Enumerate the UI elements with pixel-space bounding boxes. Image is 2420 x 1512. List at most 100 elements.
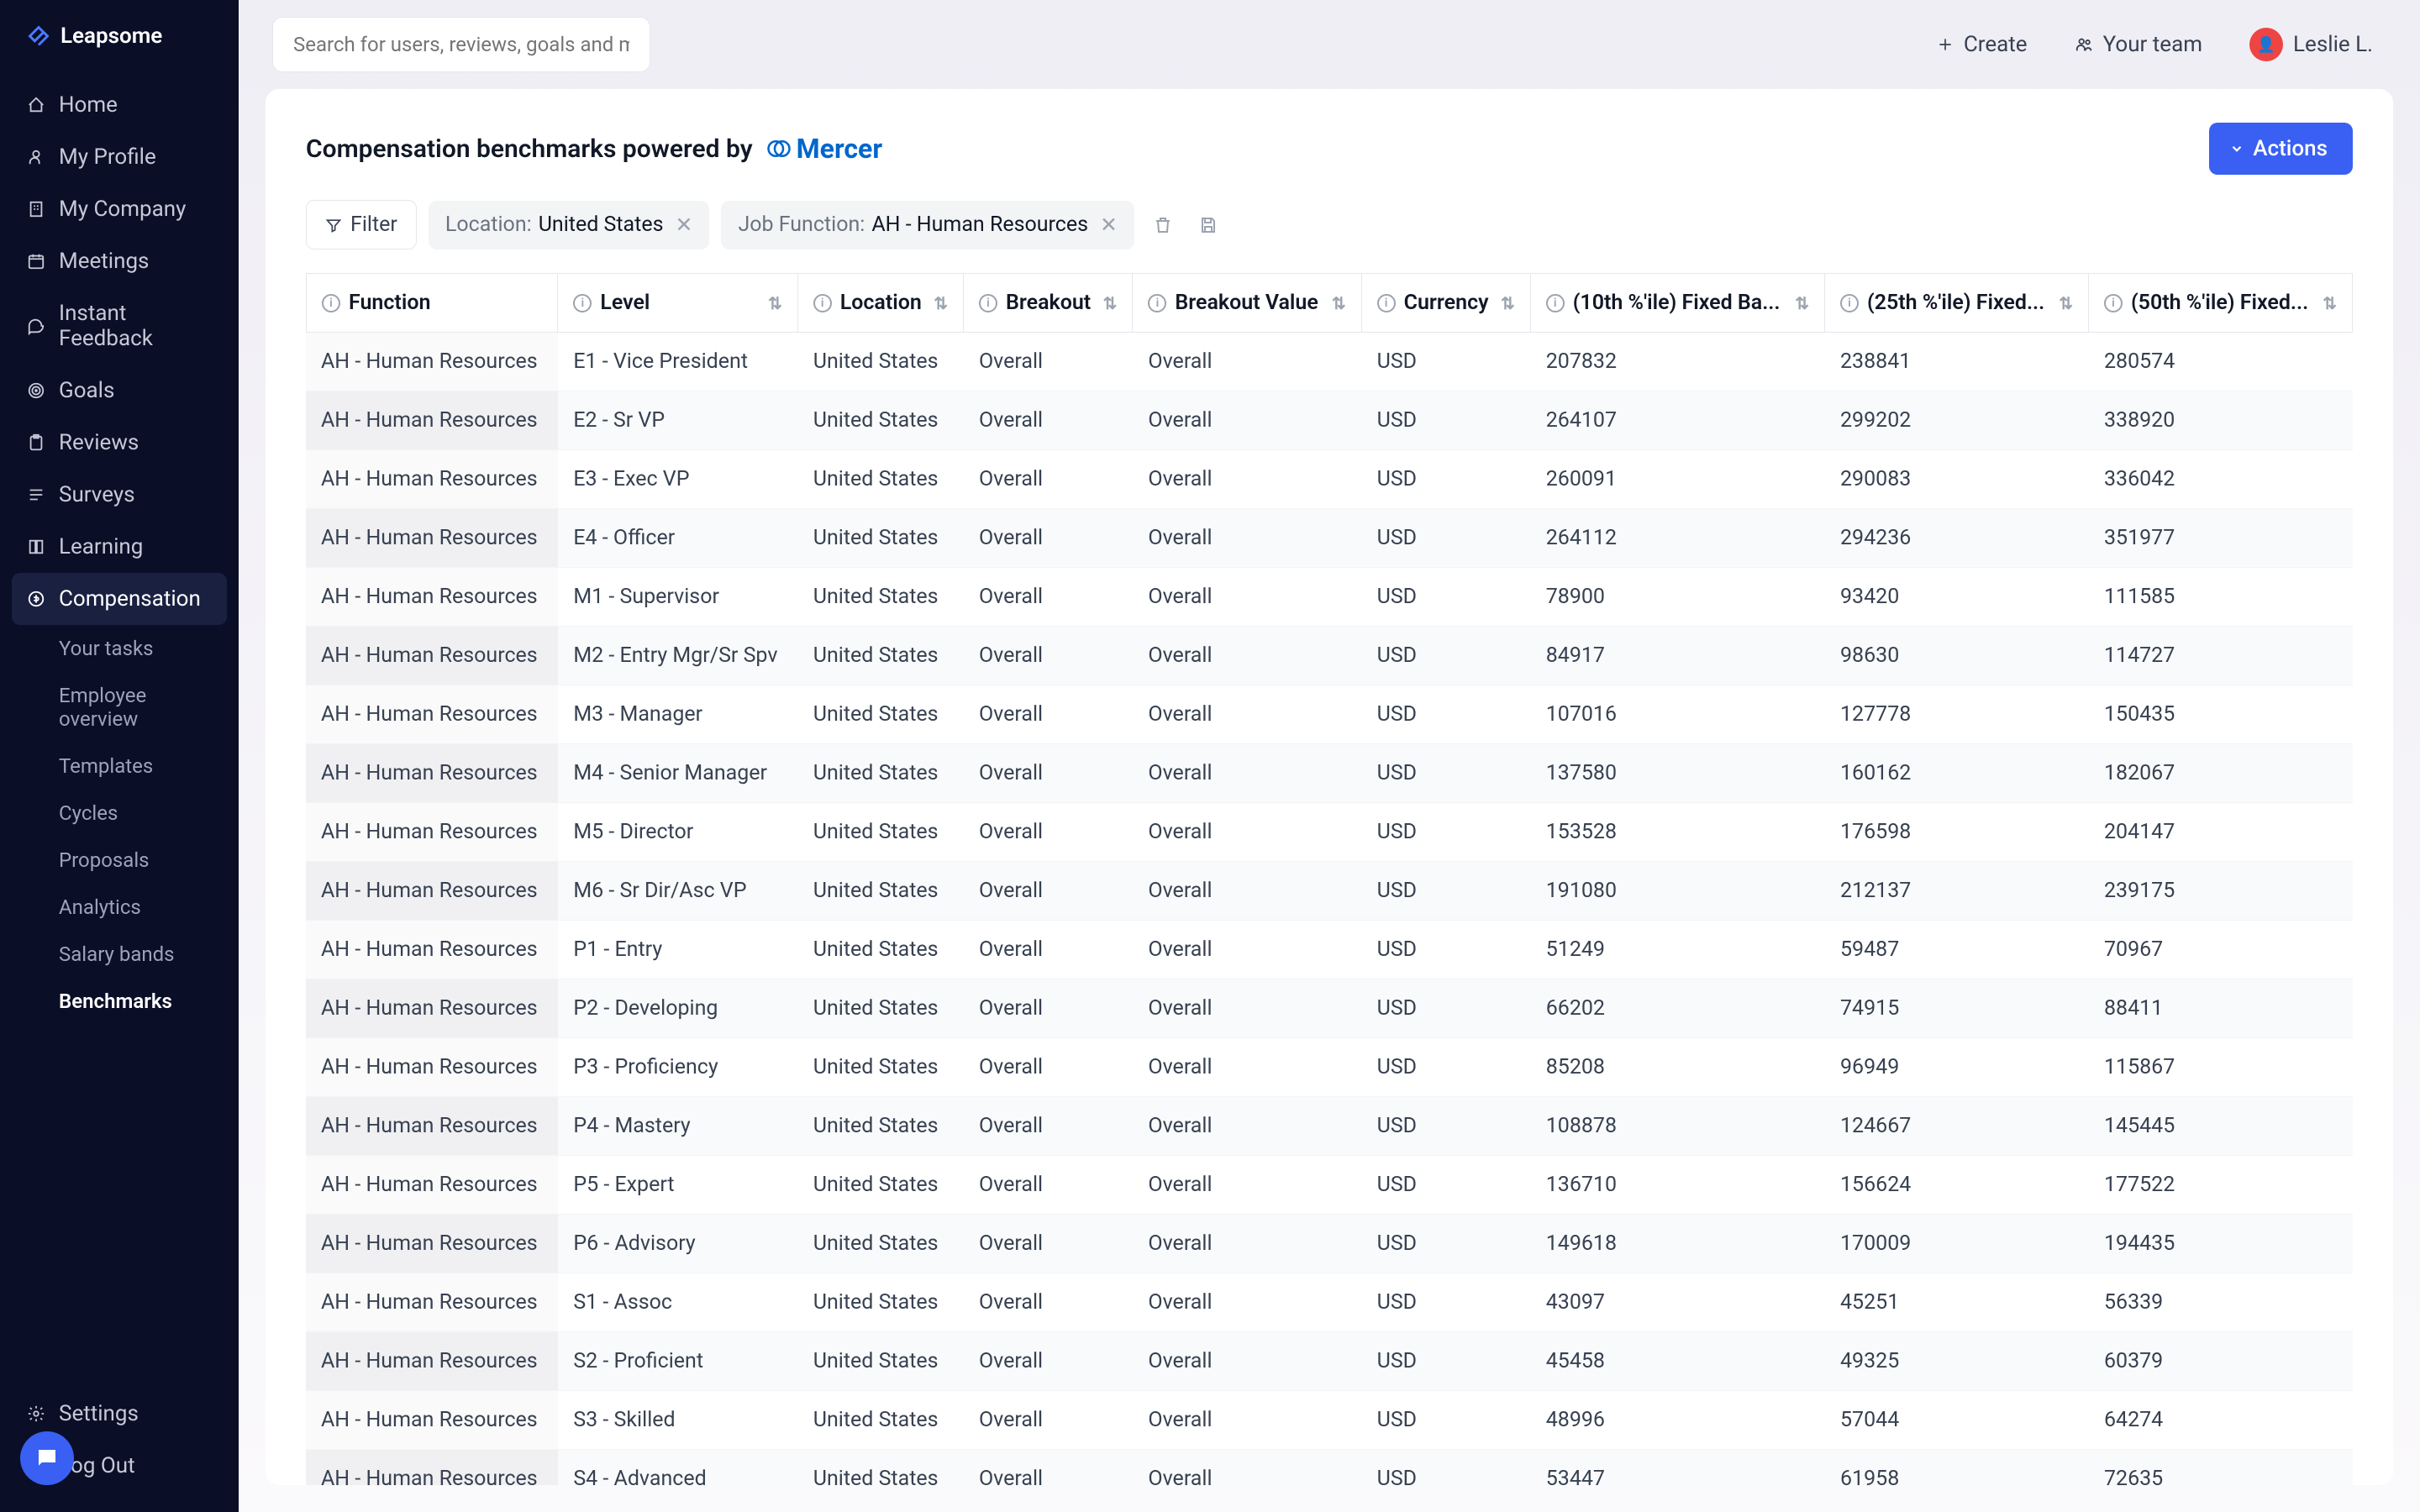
table-wrapper[interactable]: iFunction iLevel⇅ iLocation⇅ iBreakout⇅ … (266, 273, 2393, 1485)
cell-currency: USD (1362, 979, 1531, 1038)
save-filters-button[interactable] (1192, 208, 1225, 242)
sort-icon[interactable]: ⇅ (2323, 293, 2337, 313)
table-row[interactable]: AH - Human ResourcesS1 - AssocUnited Sta… (306, 1273, 2353, 1332)
col-breakout[interactable]: iBreakout⇅ (964, 273, 1133, 333)
info-icon[interactable]: i (322, 294, 340, 312)
cell-currency: USD (1362, 862, 1531, 921)
sort-icon[interactable]: ⇅ (768, 293, 782, 313)
cell-level: M1 - Supervisor (558, 568, 797, 627)
table-row[interactable]: AH - Human ResourcesS4 - AdvancedUnited … (306, 1450, 2353, 1485)
table-row[interactable]: AH - Human ResourcesE3 - Exec VPUnited S… (306, 450, 2353, 509)
table-row[interactable]: AH - Human ResourcesP6 - AdvisoryUnited … (306, 1215, 2353, 1273)
col-location[interactable]: iLocation⇅ (798, 273, 964, 333)
col-function[interactable]: iFunction (306, 273, 558, 333)
nav-goals[interactable]: Goals (12, 365, 227, 417)
table-row[interactable]: AH - Human ResourcesM1 - SupervisorUnite… (306, 568, 2353, 627)
cell-breakout: Overall (964, 1391, 1133, 1450)
cell-currency: USD (1362, 1332, 1531, 1391)
col-level[interactable]: iLevel⇅ (558, 273, 797, 333)
table-row[interactable]: AH - Human ResourcesE2 - Sr VPUnited Sta… (306, 391, 2353, 450)
subnav-proposals[interactable]: Proposals (44, 837, 227, 884)
nav-surveys[interactable]: Surveys (12, 469, 227, 521)
brand-logo[interactable]: Leapsome (0, 0, 239, 72)
info-icon[interactable]: i (813, 294, 832, 312)
target-icon (27, 381, 45, 400)
subnav-benchmarks[interactable]: Benchmarks (44, 978, 227, 1025)
table-header-row: iFunction iLevel⇅ iLocation⇅ iBreakout⇅ … (306, 273, 2353, 333)
nav-meetings[interactable]: Meetings (12, 235, 227, 287)
cell-p10: 260091 (1531, 450, 1825, 509)
table-row[interactable]: AH - Human ResourcesP1 - EntryUnited Sta… (306, 921, 2353, 979)
cell-breakout: Overall (964, 979, 1133, 1038)
search-input[interactable] (272, 17, 650, 72)
info-icon[interactable]: i (1546, 294, 1565, 312)
table-row[interactable]: AH - Human ResourcesS2 - ProficientUnite… (306, 1332, 2353, 1391)
table-row[interactable]: AH - Human ResourcesM6 - Sr Dir/Asc VPUn… (306, 862, 2353, 921)
cell-breakout_value: Overall (1133, 979, 1361, 1038)
nav-feedback[interactable]: Instant Feedback (12, 287, 227, 365)
cell-p25: 96949 (1825, 1038, 2089, 1097)
nav-home[interactable]: Home (12, 79, 227, 131)
sort-icon[interactable]: ⇅ (1332, 293, 1346, 313)
your-team-button[interactable]: Your team (2061, 25, 2216, 64)
col-breakout-value[interactable]: iBreakout Value⇅ (1133, 273, 1361, 333)
subnav-your-tasks[interactable]: Your tasks (44, 625, 227, 672)
subnav-employee-overview[interactable]: Employee overview (44, 672, 227, 743)
subnav-salary-bands[interactable]: Salary bands (44, 931, 227, 978)
user-menu[interactable]: 👤 Leslie L. (2236, 21, 2386, 68)
sort-icon[interactable]: ⇅ (1103, 293, 1118, 313)
table-row[interactable]: AH - Human ResourcesP2 - DevelopingUnite… (306, 979, 2353, 1038)
cell-p25: 59487 (1825, 921, 2089, 979)
cell-p10: 45458 (1531, 1332, 1825, 1391)
table-row[interactable]: AH - Human ResourcesS3 - SkilledUnited S… (306, 1391, 2353, 1450)
table-row[interactable]: AH - Human ResourcesM4 - Senior ManagerU… (306, 744, 2353, 803)
nav-compensation[interactable]: Compensation (12, 573, 227, 625)
cell-function: AH - Human Resources (306, 1215, 558, 1273)
nav-company[interactable]: My Company (12, 183, 227, 235)
table-row[interactable]: AH - Human ResourcesM5 - DirectorUnited … (306, 803, 2353, 862)
sort-icon[interactable]: ⇅ (1501, 293, 1515, 313)
filter-button[interactable]: Filter (306, 200, 417, 249)
col-p50[interactable]: i(50th %'ile) Fixed...⇅ (2089, 273, 2353, 333)
sort-icon[interactable]: ⇅ (934, 293, 948, 313)
close-icon[interactable]: ✕ (1100, 213, 1118, 238)
cell-level: S3 - Skilled (558, 1391, 797, 1450)
col-p10[interactable]: i(10th %'ile) Fixed Ba...⇅ (1531, 273, 1825, 333)
benchmarks-table: iFunction iLevel⇅ iLocation⇅ iBreakout⇅ … (306, 273, 2353, 1485)
actions-button[interactable]: Actions (2209, 123, 2353, 175)
col-currency[interactable]: iCurrency⇅ (1362, 273, 1531, 333)
table-row[interactable]: AH - Human ResourcesM2 - Entry Mgr/Sr Sp… (306, 627, 2353, 685)
nav-label: Compensation (59, 586, 201, 612)
info-icon[interactable]: i (573, 294, 592, 312)
info-icon[interactable]: i (979, 294, 997, 312)
filter-chip-job-function[interactable]: Job Function: AH - Human Resources ✕ (721, 201, 1134, 249)
info-icon[interactable]: i (1377, 294, 1396, 312)
subnav-analytics[interactable]: Analytics (44, 884, 227, 931)
sort-icon[interactable]: ⇅ (1795, 293, 1809, 313)
nav-learning[interactable]: Learning (12, 521, 227, 573)
delete-filters-button[interactable] (1146, 208, 1180, 242)
close-icon[interactable]: ✕ (675, 213, 692, 238)
filter-chip-location[interactable]: Location: United States ✕ (429, 201, 710, 249)
sort-icon[interactable]: ⇅ (2059, 293, 2073, 313)
subnav-templates[interactable]: Templates (44, 743, 227, 790)
table-row[interactable]: AH - Human ResourcesE1 - Vice PresidentU… (306, 333, 2353, 391)
table-row[interactable]: AH - Human ResourcesP5 - ExpertUnited St… (306, 1156, 2353, 1215)
table-row[interactable]: AH - Human ResourcesE4 - OfficerUnited S… (306, 509, 2353, 568)
table-row[interactable]: AH - Human ResourcesM3 - ManagerUnited S… (306, 685, 2353, 744)
page-title: Compensation benchmarks powered by Merce… (306, 133, 882, 165)
table-row[interactable]: AH - Human ResourcesP3 - ProficiencyUnit… (306, 1038, 2353, 1097)
main-content: Create Your team 👤 Leslie L. Compensatio… (239, 0, 2420, 1512)
cell-p10: 264112 (1531, 509, 1825, 568)
subnav-cycles[interactable]: Cycles (44, 790, 227, 837)
chat-widget[interactable] (20, 1431, 74, 1485)
nav-reviews[interactable]: Reviews (12, 417, 227, 469)
nav-profile[interactable]: My Profile (12, 131, 227, 183)
info-icon[interactable]: i (1148, 294, 1166, 312)
create-button[interactable]: Create (1923, 25, 2041, 64)
info-icon[interactable]: i (1840, 294, 1859, 312)
info-icon[interactable]: i (2104, 294, 2123, 312)
table-row[interactable]: AH - Human ResourcesP4 - MasteryUnited S… (306, 1097, 2353, 1156)
cell-location: United States (798, 568, 964, 627)
col-p25[interactable]: i(25th %'ile) Fixed...⇅ (1825, 273, 2089, 333)
